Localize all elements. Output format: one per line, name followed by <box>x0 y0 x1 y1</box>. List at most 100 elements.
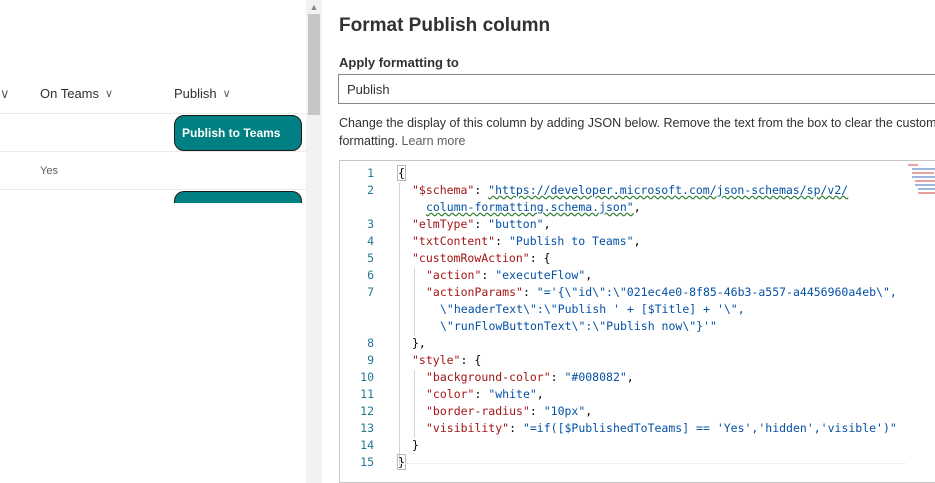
line-number: 2 <box>367 183 374 197</box>
panel-title: Format Publish column <box>339 15 551 36</box>
json-value: "button" <box>488 217 544 231</box>
code-text: "txtContent": "Publish to Teams", <box>412 234 641 248</box>
json-value: "Publish to Teams" <box>508 234 634 248</box>
code-line: column-formatting.schema.json", <box>340 200 641 217</box>
json-value: "10px" <box>543 404 586 418</box>
row-divider <box>0 189 306 190</box>
line-number: 8 <box>367 336 374 350</box>
code-line: \"headerText\":\"Publish ' + [$Title] + … <box>340 302 745 319</box>
line-number <box>340 302 374 319</box>
json-value: "white" <box>488 387 537 401</box>
learn-more-link[interactable]: Learn more <box>402 134 466 148</box>
code-line: 13 "visibility": "=if([$PublishedToTeams… <box>340 421 897 438</box>
column-header-label: Publish <box>174 86 217 101</box>
line-number <box>340 319 374 336</box>
json-key: "txtContent" <box>412 234 496 248</box>
scroll-up-arrow-icon[interactable]: ▲ <box>306 0 322 14</box>
code-line: 7 "actionParams": "='{\"id\":\"021ec4e0-… <box>340 285 897 302</box>
row-divider <box>0 151 306 152</box>
code-line: 8 }, <box>340 336 426 353</box>
column-header-publish[interactable]: Publish ∨ <box>174 86 231 101</box>
apply-formatting-label: Apply formatting to <box>339 55 459 70</box>
code-line: 4 "txtContent": "Publish to Teams", <box>340 234 640 251</box>
code-line: 6 "action": "executeFlow", <box>340 268 592 285</box>
line-number: 7 <box>367 285 374 299</box>
code-line: 10 "background-color": "#008082", <box>340 370 634 387</box>
indent-guide <box>399 183 400 465</box>
code-text: column-formatting.schema.json", <box>426 200 641 214</box>
schema-url[interactable]: column-formatting.schema.json" <box>426 200 634 214</box>
line-number: 12 <box>360 404 374 418</box>
code-text: "background-color": "#008082", <box>426 370 634 384</box>
apply-formatting-select[interactable]: Publish <box>338 74 935 104</box>
code-line: 3 "elmType": "button", <box>340 217 550 234</box>
chevron-down-icon: ∨ <box>222 88 231 100</box>
json-key: "color" <box>426 387 475 401</box>
code-line: 1 { <box>340 165 406 183</box>
json-key: "elmType" <box>412 217 475 231</box>
code-text: "visibility": "=if([$PublishedToTeams] =… <box>426 421 897 435</box>
line-number: 4 <box>367 234 374 248</box>
column-header-on-teams[interactable]: On Teams ∨ <box>40 86 113 101</box>
code-line: 9 "style": { <box>340 353 481 370</box>
json-value: \"runFlowButtonText\":\"Publish now\"}'" <box>440 319 717 333</box>
indent-guide <box>414 268 415 336</box>
line-number: 15 <box>360 455 374 469</box>
code-text: "actionParams": "='{\"id\":\"021ec4e0-8f… <box>426 285 897 299</box>
list-scrollbar[interactable]: ▲ <box>306 0 322 483</box>
json-key: "background-color" <box>426 370 551 384</box>
line-number: 10 <box>360 370 374 384</box>
code-text: { <box>397 165 406 181</box>
row-divider <box>0 113 306 114</box>
json-value: \"headerText\":\"Publish ' + [$Title] + … <box>440 302 745 316</box>
json-code-editor[interactable]: 1 { 2 "$schema": "https://developer.micr… <box>339 160 935 483</box>
json-value: "#008082" <box>564 370 627 384</box>
json-value: "='{\"id\":\"021ec4e0-8f85-46b3-a557-a44… <box>536 285 897 299</box>
code-text: "style": { <box>412 353 482 367</box>
code-text: "elmType": "button", <box>412 217 551 231</box>
line-number: 6 <box>367 268 374 282</box>
line-number: 14 <box>360 438 374 452</box>
json-key: "customRowAction" <box>412 251 530 265</box>
column-header-label: On Teams <box>40 86 100 101</box>
line-number: 3 <box>367 217 374 231</box>
editor-minimap[interactable] <box>906 161 935 201</box>
line-number: 11 <box>360 387 374 401</box>
code-text: "border-radius": "10px", <box>426 404 593 418</box>
code-line: 15 } <box>340 454 406 472</box>
code-text: "$schema": "https://developer.microsoft.… <box>412 183 849 197</box>
code-text: "action": "executeFlow", <box>426 268 593 282</box>
code-text: }, <box>412 336 426 350</box>
publish-to-teams-button[interactable]: Publish to Teams <box>174 115 302 151</box>
chevron-down-icon: ∨ <box>105 88 114 100</box>
json-key: "$schema" <box>412 183 475 197</box>
json-key: "visibility" <box>426 421 510 435</box>
code-text: "customRowAction": { <box>412 251 551 265</box>
line-number: 1 <box>367 166 374 180</box>
publish-to-teams-button[interactable] <box>174 191 302 203</box>
line-number <box>340 200 374 217</box>
code-line: \"runFlowButtonText\":\"Publish now\"}'" <box>340 319 717 336</box>
json-value: "executeFlow" <box>495 268 586 282</box>
code-line: 11 "color": "white", <box>340 387 544 404</box>
code-line: 2 "$schema": "https://developer.microsof… <box>340 183 848 200</box>
chevron-down-icon[interactable]: ∨ <box>0 86 10 102</box>
line-number: 9 <box>367 353 374 367</box>
panel-description: Change the display of this column by add… <box>339 114 935 150</box>
code-text: } <box>397 454 406 470</box>
on-teams-value: Yes <box>40 165 58 177</box>
line-number: 13 <box>360 421 374 435</box>
scroll-thumb[interactable] <box>308 14 320 115</box>
line-number: 5 <box>367 251 374 265</box>
json-key: "border-radius" <box>426 404 530 418</box>
indent-guide <box>414 370 415 438</box>
json-value: "=if([$PublishedToTeams] == 'Yes','hidde… <box>522 421 897 435</box>
code-line: 14 } <box>340 438 419 455</box>
code-text: "color": "white", <box>426 387 544 401</box>
list-view: ∨ On Teams ∨ Publish ∨ Publish to Teams … <box>0 0 306 483</box>
code-line: 5 "customRowAction": { <box>340 251 550 268</box>
format-column-panel: Format Publish column Apply formatting t… <box>322 0 935 483</box>
editor-end-guide <box>396 463 906 465</box>
schema-url[interactable]: "https://developer.microsoft.com/json-sc… <box>488 183 848 197</box>
json-key: "action" <box>426 268 482 282</box>
